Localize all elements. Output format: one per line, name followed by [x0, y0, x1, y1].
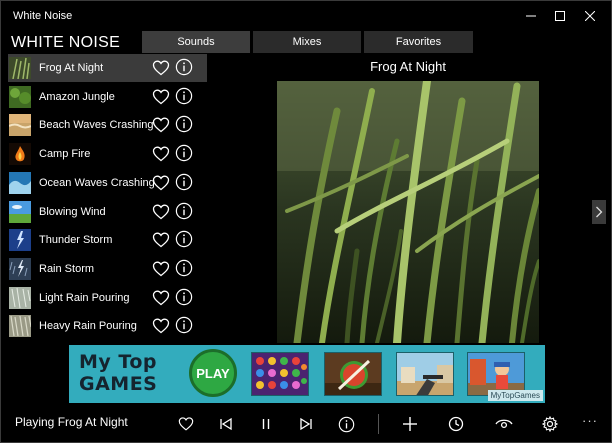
timer-button[interactable] [443, 411, 469, 437]
grass-illustration [277, 81, 539, 343]
plus-icon [403, 417, 417, 431]
gear-icon [542, 416, 558, 432]
heart-icon[interactable] [152, 145, 170, 163]
sound-thumbnail [9, 114, 31, 137]
view-button[interactable] [491, 411, 517, 437]
heart-icon[interactable] [152, 203, 170, 221]
tab-mixes[interactable]: Mixes [253, 31, 361, 53]
sound-item-light-rain-pouring[interactable]: Light Rain Pouring [8, 284, 207, 312]
ad-logo-line1: My Top [79, 351, 157, 373]
shooter-game-image [397, 353, 453, 395]
sound-item-beach-waves-crashing[interactable]: Beach Waves Crashing [8, 111, 207, 139]
maximize-icon [555, 11, 565, 21]
sound-item-rain-storm[interactable]: Rain Storm [8, 255, 207, 283]
info-icon[interactable] [175, 58, 193, 76]
ad-game-thumbnail[interactable] [396, 352, 454, 396]
info-icon[interactable] [175, 202, 193, 220]
info-icon[interactable] [175, 259, 193, 277]
previous-button[interactable] [213, 411, 239, 437]
sound-item-blowing-wind[interactable]: Blowing Wind [8, 198, 207, 226]
minimize-icon [526, 15, 536, 17]
sound-list: Frog At Night Amazon Jungle Beach Waves … [8, 54, 207, 341]
info-icon [338, 416, 354, 432]
player-bar: Playing Frog At Night ··· [1, 405, 611, 442]
pause-icon [262, 419, 270, 429]
toolbar-divider [378, 414, 379, 434]
heart-icon[interactable] [152, 116, 170, 134]
heart-icon[interactable] [152, 59, 170, 77]
sound-thumbnail [9, 286, 31, 309]
info-button[interactable] [333, 411, 359, 437]
now-playing-status: Playing Frog At Night [15, 415, 128, 429]
window-title: White Noise [13, 10, 73, 22]
sound-thumbnail [9, 143, 31, 166]
info-icon[interactable] [175, 87, 193, 105]
clock-icon [448, 416, 464, 432]
next-button[interactable] [293, 411, 319, 437]
close-button[interactable] [570, 5, 610, 27]
info-icon[interactable] [175, 144, 193, 162]
fruit-game-image [325, 353, 381, 395]
ad-game-thumbnail[interactable] [251, 352, 309, 396]
heart-icon [178, 417, 194, 431]
sound-item-camp-fire[interactable]: Camp Fire [8, 140, 207, 168]
info-icon[interactable] [175, 115, 193, 133]
sound-thumbnail [9, 200, 31, 223]
next-page-button[interactable] [592, 200, 606, 224]
ad-credit: MyTopGames [487, 390, 543, 401]
favorite-button[interactable] [173, 411, 199, 437]
title-bar: White Noise [1, 1, 611, 31]
info-icon[interactable] [175, 288, 193, 306]
heart-icon[interactable] [152, 317, 170, 335]
ad-play-button[interactable]: PLAY [189, 349, 237, 397]
sound-item-heavy-rain-pouring[interactable]: Heavy Rain Pouring [8, 312, 207, 340]
sound-thumbnail [9, 85, 31, 108]
eye-icon [495, 419, 513, 429]
ad-logo: My Top GAMES [79, 351, 157, 395]
skip-previous-icon [220, 417, 232, 431]
jewels-game-image [252, 353, 308, 395]
chevron-right-icon [596, 206, 603, 218]
heart-icon[interactable] [152, 260, 170, 278]
tab-sounds[interactable]: Sounds [142, 31, 250, 53]
add-button[interactable] [397, 411, 423, 437]
sound-thumbnail [9, 57, 31, 79]
ad-banner[interactable]: My Top GAMES PLAY MyTopGames [69, 345, 545, 403]
app-window: White Noise WHITE NOISE Sounds Mixes Fav… [0, 0, 612, 443]
pause-button[interactable] [253, 411, 279, 437]
sound-item-amazon-jungle[interactable]: Amazon Jungle [8, 83, 207, 111]
heart-icon[interactable] [152, 174, 170, 192]
tab-favorites[interactable]: Favorites [364, 31, 473, 53]
heart-icon[interactable] [152, 88, 170, 106]
info-icon[interactable] [175, 230, 193, 248]
heart-icon[interactable] [152, 289, 170, 307]
ad-logo-line2: GAMES [79, 373, 158, 395]
sound-item-ocean-waves-crashing[interactable]: Ocean Waves Crashing [8, 169, 207, 197]
sound-thumbnail [9, 171, 31, 194]
more-icon[interactable]: ··· [582, 413, 598, 428]
sound-thumbnail [9, 257, 31, 280]
skip-next-icon [300, 417, 312, 431]
info-icon[interactable] [175, 173, 193, 191]
sound-preview-image [277, 81, 539, 343]
close-icon [585, 11, 595, 21]
app-brand-title: WHITE NOISE [11, 34, 121, 51]
sound-item-frog-at-night[interactable]: Frog At Night [8, 54, 207, 82]
sound-item-thunder-storm[interactable]: Thunder Storm [8, 226, 207, 254]
heart-icon[interactable] [152, 231, 170, 249]
sound-thumbnail [9, 315, 31, 338]
settings-button[interactable] [537, 411, 563, 437]
info-icon[interactable] [175, 316, 193, 334]
sound-thumbnail [9, 229, 31, 252]
current-sound-title: Frog At Night [370, 59, 446, 74]
ad-game-thumbnail[interactable] [324, 352, 382, 396]
